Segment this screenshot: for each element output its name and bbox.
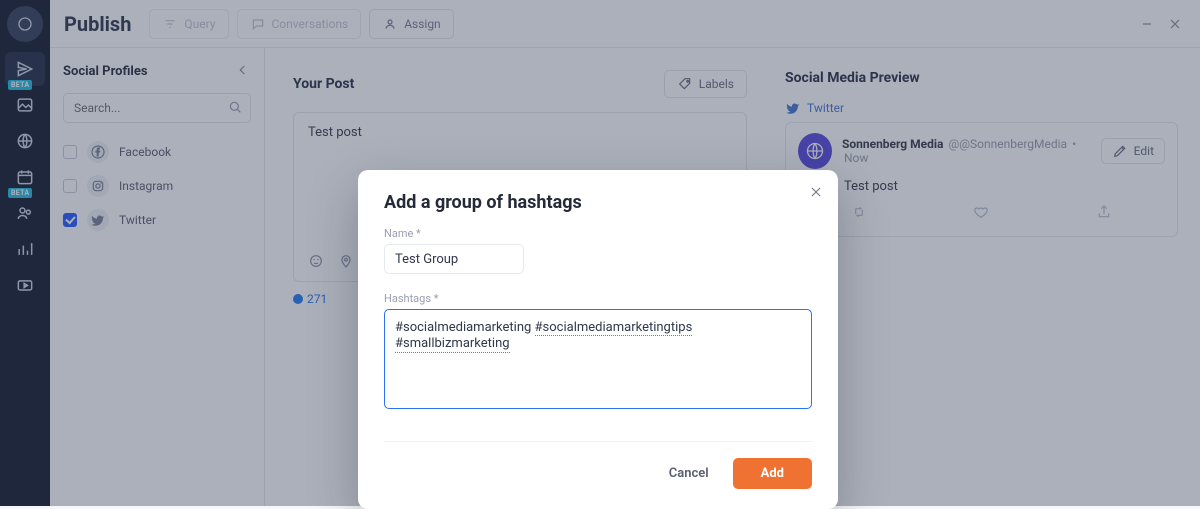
hashtags-input[interactable]: #socialmediamarketing #socialmediamarket… bbox=[384, 309, 812, 409]
close-icon bbox=[808, 184, 824, 200]
hashtags-label: Hashtags * bbox=[384, 292, 812, 305]
name-label: Name * bbox=[384, 227, 812, 240]
group-name-input[interactable] bbox=[384, 244, 524, 274]
hashtag-group-modal: Add a group of hashtags Name * Hashtags … bbox=[358, 170, 838, 509]
add-button[interactable]: Add bbox=[733, 458, 812, 489]
ht-part: #socialmediamarketingtips bbox=[535, 321, 693, 336]
ht-part: #socialmediamarketing bbox=[395, 320, 535, 335]
ht-part: #smallbizmarketing bbox=[395, 337, 510, 352]
modal-title: Add a group of hashtags bbox=[384, 192, 812, 213]
modal-close[interactable] bbox=[808, 184, 824, 204]
cancel-button[interactable]: Cancel bbox=[661, 460, 717, 487]
